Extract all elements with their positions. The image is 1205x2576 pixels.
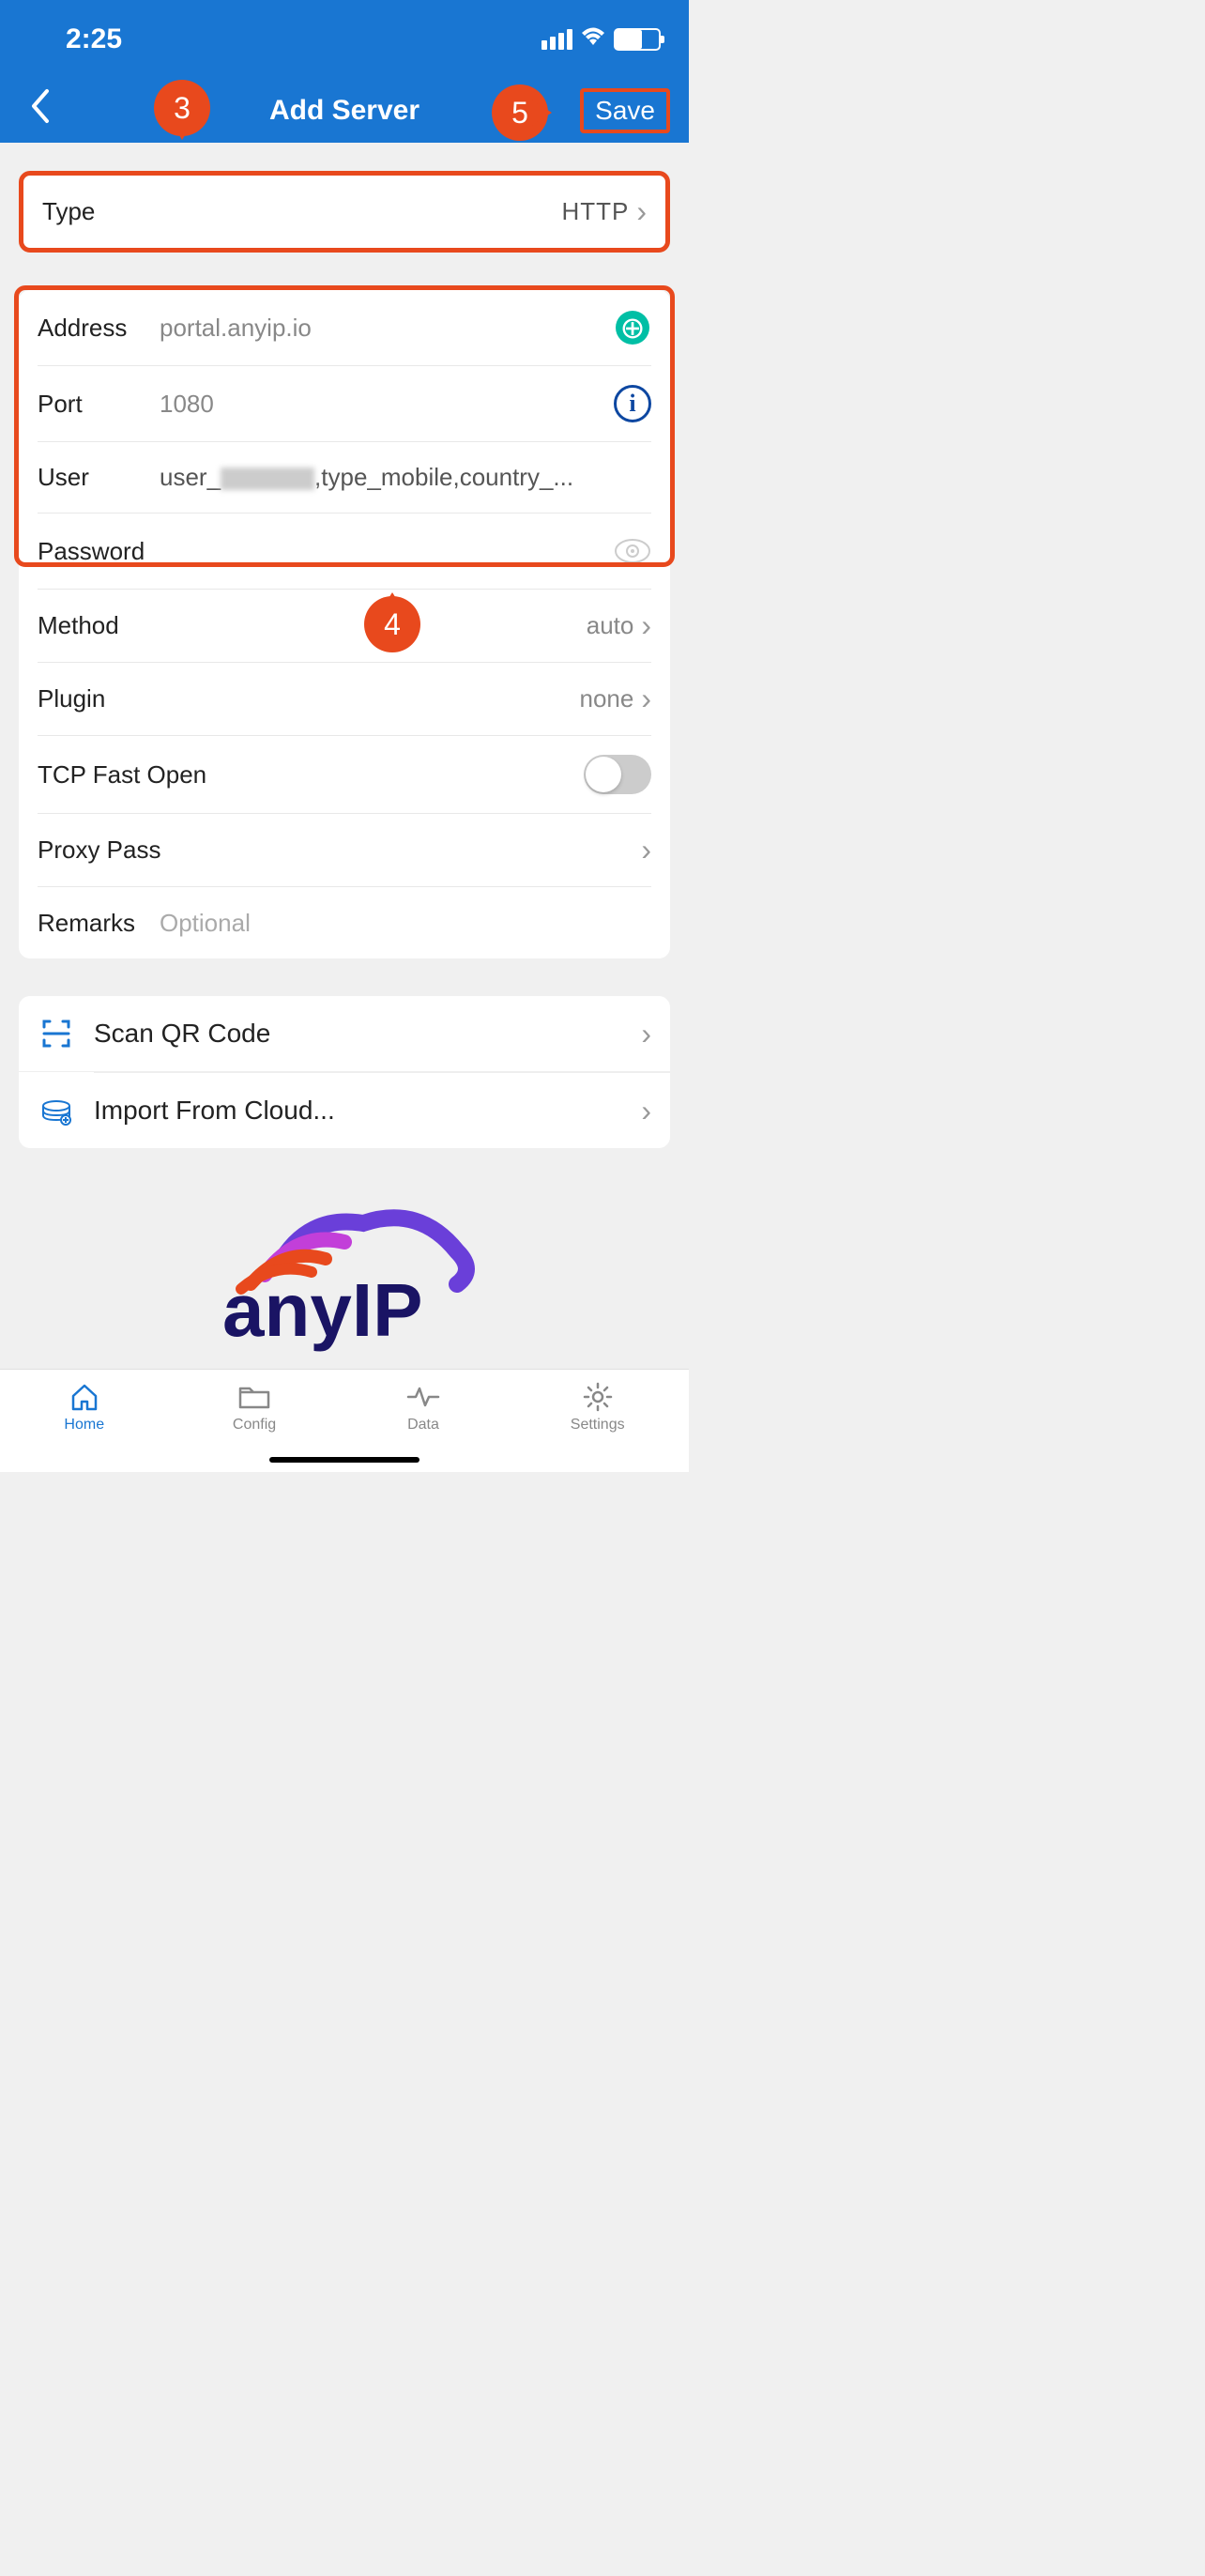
address-label: Address (38, 314, 160, 343)
port-value: 1080 (160, 390, 614, 419)
page-title: Add Server (269, 95, 419, 127)
scan-qr-row[interactable]: Scan QR Code › (19, 996, 670, 1072)
home-indicator[interactable] (269, 1457, 419, 1463)
proxy-pass-row[interactable]: Proxy Pass › (38, 814, 651, 887)
method-row[interactable]: Method auto › (38, 590, 651, 663)
user-value: user_,type_mobile,country_... (160, 463, 651, 492)
user-label: User (38, 463, 160, 492)
wifi-icon (580, 26, 606, 54)
port-label: Port (38, 390, 160, 419)
type-label: Type (42, 197, 164, 226)
svg-text:anyIP: anyIP (222, 1268, 422, 1352)
battery-icon (614, 28, 661, 51)
chevron-right-icon: › (636, 194, 647, 229)
header: Add Server Save (0, 79, 689, 143)
status-time: 2:25 (66, 23, 122, 55)
annotation-badge-4: 4 (364, 596, 420, 652)
address-value: portal.anyip.io (160, 314, 614, 343)
method-label: Method (38, 611, 160, 640)
actions-card: Scan QR Code › Import From Cloud... › (19, 996, 670, 1148)
type-value: HTTP (164, 197, 636, 226)
chevron-right-icon: › (641, 1017, 651, 1051)
port-row[interactable]: Port 1080 i (38, 366, 651, 442)
tcp-fast-open-row: TCP Fast Open (38, 736, 651, 814)
tab-config-label: Config (233, 1417, 276, 1434)
chevron-right-icon: › (641, 1094, 651, 1128)
anyip-logo: anyIP (175, 1195, 513, 1364)
remarks-label: Remarks (38, 909, 160, 938)
password-row[interactable]: Password (38, 514, 651, 590)
status-bar: 2:25 (0, 0, 689, 79)
type-card: Type HTTP › (19, 171, 670, 253)
activity-icon (404, 1381, 442, 1413)
home-icon (69, 1381, 100, 1413)
globe-icon[interactable] (614, 309, 651, 346)
import-cloud-row[interactable]: Import From Cloud... › (19, 1073, 670, 1148)
annotation-badge-3: 3 (154, 80, 210, 136)
tab-data[interactable]: Data (404, 1381, 442, 1434)
annotation-badge-5: 5 (492, 84, 548, 141)
status-icons (541, 26, 661, 54)
tcp-toggle[interactable] (584, 755, 651, 794)
content: Type HTTP › Address portal.anyip.io Port… (0, 143, 689, 1397)
back-button[interactable] (19, 87, 60, 134)
config-card: Address portal.anyip.io Port 1080 i User… (19, 290, 670, 958)
tcp-label: TCP Fast Open (38, 760, 584, 790)
user-row[interactable]: User user_,type_mobile,country_... (38, 442, 651, 514)
chevron-right-icon: › (641, 682, 651, 716)
tab-data-label: Data (407, 1417, 439, 1434)
cloud-import-icon (38, 1092, 75, 1129)
cellular-signal-icon (541, 29, 572, 50)
password-label: Password (38, 537, 145, 566)
tab-home-label: Home (64, 1417, 104, 1434)
plugin-value: none (160, 684, 641, 713)
gear-icon (582, 1381, 614, 1413)
address-row[interactable]: Address portal.anyip.io (38, 290, 651, 366)
tab-bar: Home Config Data Settings (0, 1369, 689, 1472)
folder-icon (236, 1381, 272, 1413)
tab-settings-label: Settings (571, 1417, 625, 1434)
save-button[interactable]: Save (580, 88, 670, 133)
type-row[interactable]: Type HTTP › (23, 176, 665, 248)
import-cloud-label: Import From Cloud... (94, 1096, 622, 1126)
logo-section: anyIP (19, 1176, 670, 1378)
chevron-right-icon: › (641, 833, 651, 867)
proxy-label: Proxy Pass (38, 836, 641, 865)
eye-icon[interactable] (614, 532, 651, 570)
qr-scan-icon (38, 1015, 75, 1052)
plugin-row[interactable]: Plugin none › (38, 663, 651, 736)
tab-settings[interactable]: Settings (571, 1381, 625, 1434)
chevron-right-icon: › (641, 608, 651, 643)
info-icon[interactable]: i (614, 385, 651, 422)
scan-qr-label: Scan QR Code (94, 1019, 622, 1049)
remarks-placeholder: Optional (160, 909, 651, 938)
plugin-label: Plugin (38, 684, 160, 713)
tab-config[interactable]: Config (233, 1381, 276, 1434)
tab-home[interactable]: Home (64, 1381, 104, 1434)
remarks-row[interactable]: Remarks Optional (38, 887, 651, 958)
censored-text (221, 468, 314, 490)
